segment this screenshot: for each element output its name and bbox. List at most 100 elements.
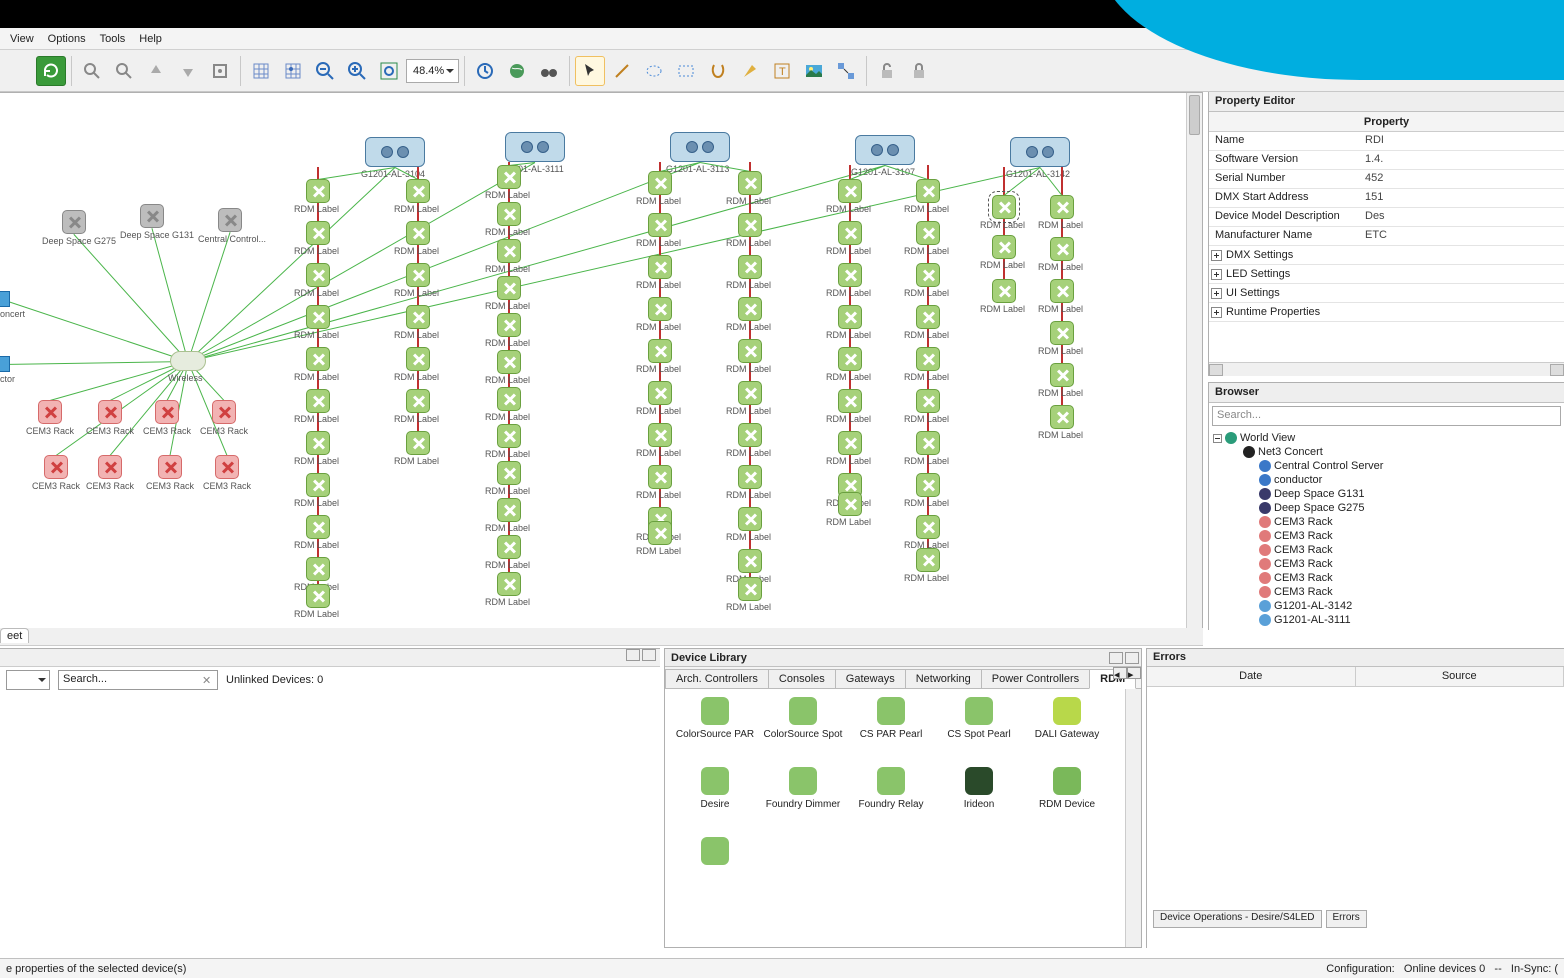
- tree-item[interactable]: G1201-AL-3142: [1213, 599, 1564, 613]
- globe-icon[interactable]: [502, 56, 532, 86]
- menu-help[interactable]: Help: [139, 33, 162, 45]
- edge-node[interactable]: [0, 291, 10, 307]
- property-group[interactable]: LED Settings: [1209, 265, 1564, 284]
- server-node[interactable]: [218, 208, 242, 232]
- rdm-node[interactable]: [306, 263, 330, 287]
- image-tool-icon[interactable]: [799, 56, 829, 86]
- arrow-down-icon[interactable]: [173, 56, 203, 86]
- canvas-scrollbar-v[interactable]: [1186, 93, 1202, 629]
- lock-icon[interactable]: [904, 56, 934, 86]
- rdm-node[interactable]: [497, 276, 521, 300]
- menu-tools[interactable]: Tools: [100, 33, 126, 45]
- rdm-node[interactable]: [306, 179, 330, 203]
- rdm-node[interactable]: [1050, 195, 1074, 219]
- rdm-node[interactable]: [838, 305, 862, 329]
- rdm-node[interactable]: [648, 339, 672, 363]
- snap-grid-icon[interactable]: [278, 56, 308, 86]
- rdm-node[interactable]: [1050, 279, 1074, 303]
- tree-twisty-icon[interactable]: [1213, 434, 1222, 443]
- property-value[interactable]: 151: [1359, 189, 1564, 207]
- device-library-item[interactable]: Foundry Dimmer: [759, 767, 847, 837]
- panel-dock-icon[interactable]: [626, 649, 640, 661]
- rdm-node[interactable]: [738, 339, 762, 363]
- rdm-node[interactable]: [306, 389, 330, 413]
- filter-combo[interactable]: [6, 670, 50, 690]
- rdm-node[interactable]: [406, 263, 430, 287]
- tree-item[interactable]: CEM3 Rack: [1213, 585, 1564, 599]
- rdm-node[interactable]: [916, 431, 940, 455]
- menu-view[interactable]: View: [10, 33, 34, 45]
- rdm-node[interactable]: [648, 521, 672, 545]
- property-row[interactable]: DMX Start Address151: [1209, 189, 1564, 208]
- tree-item[interactable]: CEM3 Rack: [1213, 543, 1564, 557]
- server-node[interactable]: [62, 210, 86, 234]
- device-library-item[interactable]: RDM Device: [1023, 767, 1111, 837]
- rdm-node[interactable]: [648, 171, 672, 195]
- gateway-node[interactable]: [1010, 137, 1070, 167]
- rdm-node[interactable]: [497, 387, 521, 411]
- devlib-scrollbar[interactable]: [1125, 689, 1141, 947]
- device-library-item[interactable]: DALI Gateway: [1023, 697, 1111, 767]
- rdm-node[interactable]: [916, 221, 940, 245]
- rack-node[interactable]: [44, 455, 68, 479]
- menu-options[interactable]: Options: [48, 33, 86, 45]
- expand-icon[interactable]: [1211, 288, 1222, 299]
- rdm-node[interactable]: [306, 431, 330, 455]
- expand-icon[interactable]: [1211, 269, 1222, 280]
- rack-node[interactable]: [158, 455, 182, 479]
- property-value[interactable]: 452: [1359, 170, 1564, 188]
- rdm-node[interactable]: [838, 347, 862, 371]
- rdm-node[interactable]: [916, 515, 940, 539]
- zoom-in-icon[interactable]: [77, 56, 107, 86]
- gateway-node[interactable]: [855, 135, 915, 165]
- property-row[interactable]: Software Version1.4.: [1209, 151, 1564, 170]
- rack-node[interactable]: [155, 400, 179, 424]
- browser-search-input[interactable]: Search...: [1212, 406, 1561, 426]
- device-library-item[interactable]: ColorSource Spot: [759, 697, 847, 767]
- gateway-node[interactable]: [670, 132, 730, 162]
- tree-item[interactable]: Deep Space G131: [1213, 487, 1564, 501]
- rdm-node[interactable]: [738, 255, 762, 279]
- property-value[interactable]: 1.4.: [1359, 151, 1564, 169]
- network-hub[interactable]: [170, 351, 206, 371]
- rdm-node[interactable]: [306, 515, 330, 539]
- rdm-node[interactable]: [738, 171, 762, 195]
- footer-tab-errors[interactable]: Errors: [1326, 910, 1367, 928]
- rdm-node[interactable]: [838, 263, 862, 287]
- devlib-tab[interactable]: Arch. Controllers: [665, 669, 769, 688]
- text-tool-icon[interactable]: T: [767, 56, 797, 86]
- device-library-item[interactable]: Desire: [671, 767, 759, 837]
- panel-dock-icon[interactable]: [1109, 652, 1123, 664]
- rdm-node[interactable]: [738, 213, 762, 237]
- device-library-item[interactable]: Irideon: [935, 767, 1023, 837]
- tool-generic-icon[interactable]: [4, 56, 34, 86]
- rdm-node[interactable]: [738, 577, 762, 601]
- panel-close-icon[interactable]: [1125, 652, 1139, 664]
- rdm-node[interactable]: [406, 179, 430, 203]
- rdm-node[interactable]: [497, 424, 521, 448]
- lock-open-icon[interactable]: [872, 56, 902, 86]
- rdm-node[interactable]: [497, 313, 521, 337]
- rdm-node[interactable]: [1050, 321, 1074, 345]
- expand-icon[interactable]: [1211, 307, 1222, 318]
- footer-tab-ops[interactable]: Device Operations - Desire/S4LED: [1153, 910, 1322, 928]
- rdm-node[interactable]: [648, 381, 672, 405]
- edge-node[interactable]: [0, 356, 10, 372]
- device-library-item[interactable]: CS PAR Pearl: [847, 697, 935, 767]
- rdm-node[interactable]: [916, 179, 940, 203]
- rdm-node[interactable]: [497, 498, 521, 522]
- pen-tool-icon[interactable]: [735, 56, 765, 86]
- refresh-icon[interactable]: [36, 56, 66, 86]
- target-icon[interactable]: [205, 56, 235, 86]
- devlib-tab[interactable]: Power Controllers: [981, 669, 1090, 688]
- tree-item[interactable]: G1201-AL-3111: [1213, 613, 1564, 627]
- binoculars-icon[interactable]: [534, 56, 564, 86]
- rdm-node[interactable]: [838, 179, 862, 203]
- expand-icon[interactable]: [1211, 250, 1222, 261]
- arrow-up-icon[interactable]: [141, 56, 171, 86]
- rdm-node[interactable]: [306, 473, 330, 497]
- devlib-tab[interactable]: Networking: [905, 669, 982, 688]
- rack-node[interactable]: [98, 400, 122, 424]
- tree-item[interactable]: CEM3 Rack: [1213, 529, 1564, 543]
- rdm-node[interactable]: [992, 279, 1016, 303]
